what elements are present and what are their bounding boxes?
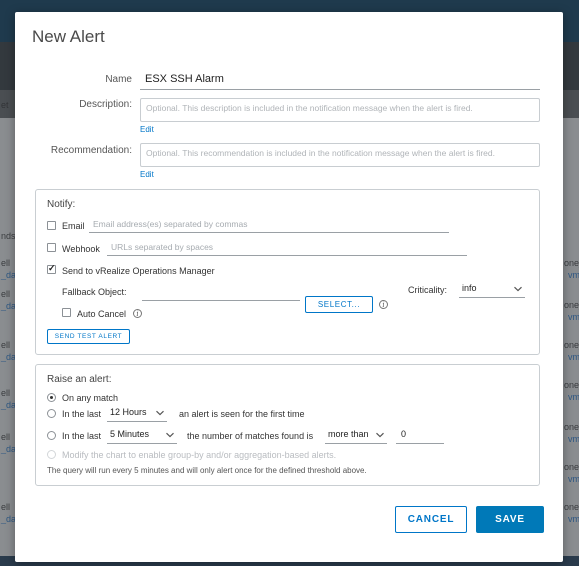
new-alert-dialog: New Alert Name ESX SSH Alarm Description…: [15, 12, 563, 562]
vrops-checkbox[interactable]: [47, 263, 56, 274]
email-checkbox[interactable]: [47, 221, 56, 230]
auto-cancel-label: Auto Cancel: [77, 309, 127, 319]
background-cell: ell: [1, 340, 11, 350]
in-the-last-minutes-radio[interactable]: [47, 431, 56, 440]
matches-found-label: the number of matches found is: [187, 431, 314, 441]
raise-alert-title: Raise an alert:: [47, 374, 112, 385]
comparison-value: more than: [328, 429, 369, 439]
background-cell: ell: [1, 289, 11, 299]
modify-chart-radio: [47, 450, 56, 459]
on-any-match-radio[interactable]: [47, 393, 56, 402]
fallback-object-input[interactable]: [142, 287, 300, 301]
hours-select[interactable]: 12 Hours: [107, 407, 167, 422]
in-the-last-label: In the last: [62, 409, 102, 419]
in-the-last-label: In the last: [62, 431, 102, 441]
background-cell: _da: [1, 400, 17, 410]
email-label: Email: [62, 221, 85, 231]
background-cell: one_: [564, 340, 579, 350]
webhook-input[interactable]: URLs separated by spaces: [107, 242, 467, 256]
background-cell: ell: [1, 502, 11, 512]
background-cell: vm: [568, 352, 579, 362]
comparison-select[interactable]: more than: [325, 429, 387, 444]
chevron-down-icon: [513, 284, 523, 294]
background-cell: vm: [568, 474, 579, 484]
background-cell: ell: [1, 388, 11, 398]
background-cell: ell: [1, 258, 11, 268]
criticality-label: Criticality:: [408, 285, 448, 295]
webhook-checkbox[interactable]: [47, 243, 56, 252]
background-cell: one_: [564, 462, 579, 472]
cancel-button[interactable]: CANCEL: [395, 506, 467, 533]
background-cell: one_: [564, 258, 579, 268]
background-cell: ell: [1, 432, 11, 442]
background-cell: vm: [568, 270, 579, 280]
criticality-select[interactable]: info: [459, 283, 525, 298]
select-button[interactable]: SELECT...: [305, 296, 373, 313]
in-the-last-hours-radio[interactable]: [47, 409, 56, 418]
send-test-alert-button[interactable]: SEND TEST ALERT: [47, 329, 130, 344]
name-input[interactable]: ESX SSH Alarm: [140, 70, 540, 90]
description-edit-link[interactable]: Edit: [140, 125, 154, 134]
criticality-value: info: [462, 283, 477, 293]
query-note: The query will run every 5 minutes and w…: [47, 466, 367, 475]
on-any-match-label: On any match: [62, 393, 119, 403]
background-cell: _da: [1, 301, 17, 311]
chevron-down-icon: [165, 430, 175, 440]
background-cell: vm: [568, 514, 579, 524]
background-cell: _da: [1, 270, 17, 280]
minutes-value: 5 Minutes: [110, 429, 150, 439]
threshold-input[interactable]: 0: [396, 429, 444, 444]
background-cell: vm: [568, 434, 579, 444]
background-cell: one_: [564, 380, 579, 390]
background-cell: vm: [568, 392, 579, 402]
background-cell: one_: [564, 300, 579, 310]
vrops-label: Send to vRealize Operations Manager: [62, 266, 215, 276]
recommendation-textarea[interactable]: Optional. This recommendation is include…: [140, 143, 540, 167]
save-button[interactable]: SAVE: [476, 506, 544, 533]
notify-title: Notify:: [47, 199, 76, 210]
chevron-down-icon: [375, 430, 385, 440]
fallback-object-label: Fallback Object:: [62, 287, 127, 297]
background-cell: vm: [568, 312, 579, 322]
email-input[interactable]: Email address(es) separated by commas: [89, 219, 449, 233]
background-cell: et: [1, 100, 9, 110]
background-cell: one_: [564, 502, 579, 512]
recommendation-label: Recommendation:: [50, 145, 132, 156]
info-icon: i: [379, 300, 388, 309]
background-cell: _da: [1, 514, 17, 524]
background-cell: _da: [1, 444, 17, 454]
modify-chart-label: Modify the chart to enable group-by and/…: [62, 450, 337, 460]
info-icon: i: [133, 309, 142, 318]
seen-first-time-label: an alert is seen for the first time: [179, 409, 305, 419]
dialog-title: New Alert: [32, 27, 105, 46]
minutes-select[interactable]: 5 Minutes: [107, 429, 177, 444]
chevron-down-icon: [155, 408, 165, 418]
webhook-label: Webhook: [62, 244, 100, 254]
recommendation-edit-link[interactable]: Edit: [140, 170, 154, 179]
hours-value: 12 Hours: [110, 407, 147, 417]
background-cell: nds: [1, 231, 16, 241]
description-label: Description:: [79, 99, 132, 110]
name-label: Name: [105, 74, 132, 85]
background-cell: _da: [1, 352, 17, 362]
background-cell: one_: [564, 422, 579, 432]
auto-cancel-checkbox[interactable]: [62, 308, 71, 317]
description-textarea[interactable]: Optional. This description is included i…: [140, 98, 540, 122]
